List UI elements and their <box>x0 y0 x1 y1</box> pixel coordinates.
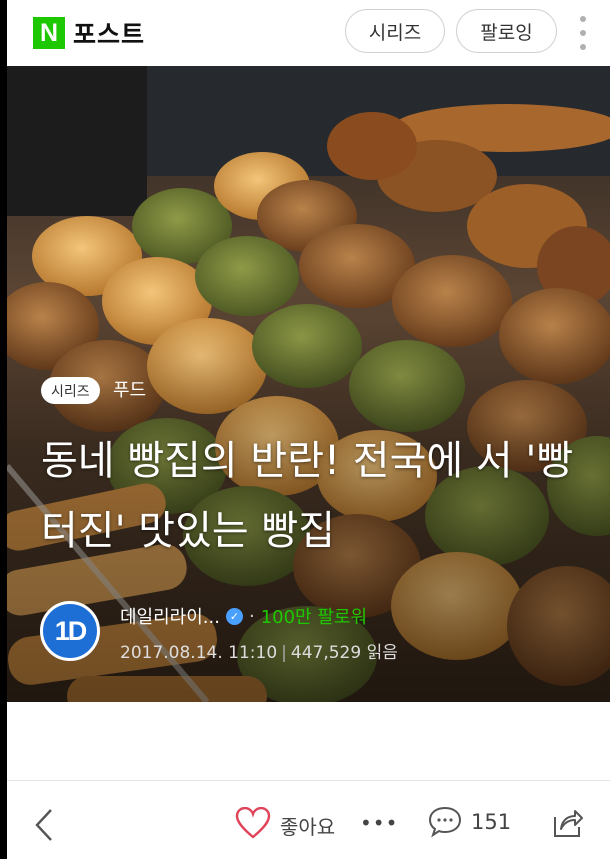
meta-separator: | <box>281 643 287 663</box>
post-viewer: N 포스트 시리즈 팔로잉 시리즈 푸드 동네 빵집의 반란! 전국에 서 '빵… <box>7 0 610 859</box>
author-avatar[interactable]: 1D <box>40 601 100 661</box>
series-button[interactable]: 시리즈 <box>345 9 445 53</box>
article-title: 동네 빵집의 반란! 전국에 서 '빵 터진' 맛있는 빵집 <box>41 438 574 554</box>
back-arrow-icon[interactable] <box>31 807 57 843</box>
naver-logo[interactable]: N <box>33 17 65 49</box>
article-meta: 2017.08.14. 11:10 | 447,529 읽음 <box>120 638 398 663</box>
bottom-toolbar: 좋아요 ••• 151 <box>7 781 610 859</box>
author-row: 데일리라이... ✓ · 100만 팔로워 <box>120 602 367 630</box>
comment-icon[interactable] <box>428 805 462 839</box>
view-count: 447,529 읽음 <box>290 643 398 663</box>
following-button[interactable]: 팔로잉 <box>456 9 557 53</box>
verified-icon: ✓ <box>225 607 243 625</box>
share-icon[interactable] <box>550 805 584 839</box>
hero-cover[interactable]: 시리즈 푸드 동네 빵집의 반란! 전국에 서 '빵 터진' 맛있는 빵집 1D… <box>7 66 610 702</box>
comment-count[interactable]: 151 <box>471 810 511 834</box>
follower-count: 100만 팔로워 <box>260 607 368 628</box>
separator-dot: · <box>248 605 255 627</box>
top-header: N 포스트 시리즈 팔로잉 <box>7 0 610 66</box>
series-tag-badge[interactable]: 시리즈 <box>41 377 100 404</box>
content-gap <box>7 702 610 780</box>
heart-icon[interactable] <box>235 807 271 839</box>
more-options-icon[interactable] <box>574 14 592 52</box>
publish-date: 2017.08.14. 11:10 <box>120 643 278 663</box>
category-label[interactable]: 푸드 <box>113 377 146 404</box>
author-name[interactable]: 데일리라이... <box>120 603 220 629</box>
more-dots-icon[interactable]: ••• <box>360 811 398 835</box>
like-button-label[interactable]: 좋아요 <box>280 811 335 840</box>
brand-title[interactable]: 포스트 <box>73 15 145 51</box>
